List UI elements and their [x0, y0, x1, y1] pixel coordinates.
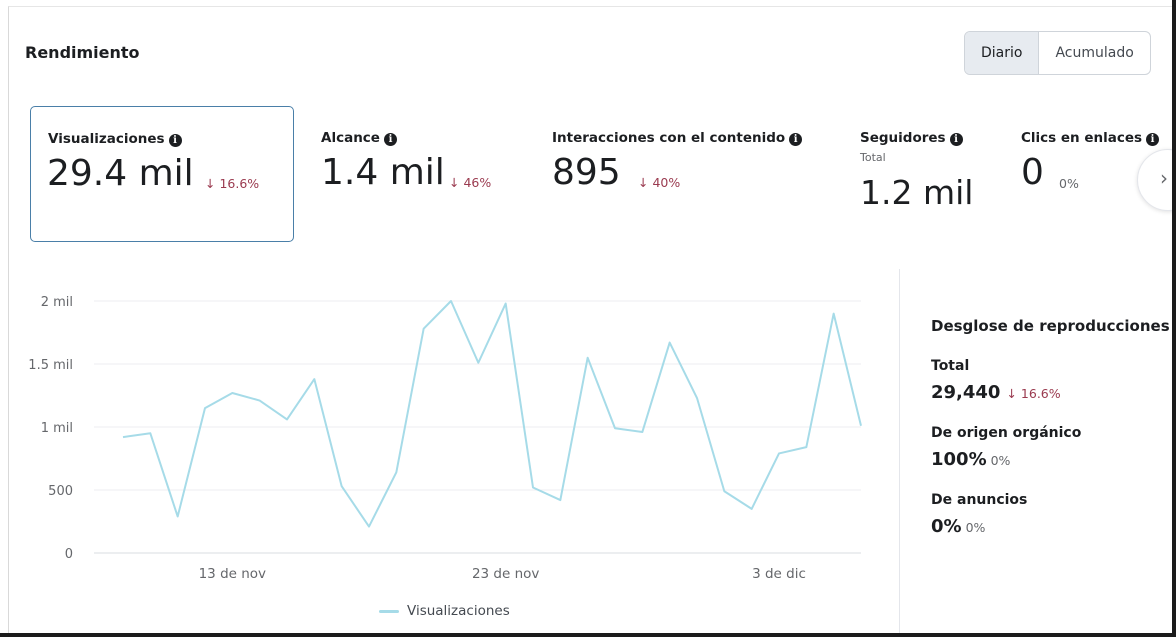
data-point[interactable] [173, 511, 183, 521]
info-icon[interactable]: i [168, 134, 182, 147]
data-point[interactable] [665, 338, 675, 348]
series-line-views [122, 300, 862, 528]
metric-followers-label-wrap: Seguidores i [860, 130, 963, 146]
data-point[interactable] [637, 427, 647, 437]
breakdown-ads-value: 0% [931, 516, 962, 537]
data-point[interactable] [829, 309, 839, 319]
performance-card: Rendimiento Diario Acumulado Visualizaci… [8, 6, 1175, 635]
data-point[interactable] [555, 495, 565, 505]
metric-interactions-delta: ↓ 40% [638, 175, 681, 190]
breakdown-organic-delta: 0% [990, 453, 1011, 468]
toggle-cumulative[interactable]: Acumulado [1039, 32, 1149, 74]
data-point[interactable] [719, 486, 729, 496]
data-point[interactable] [473, 358, 483, 368]
view-toggle: Diario Acumulado [964, 31, 1151, 75]
breakdown-ads-label: De anuncios [931, 492, 1028, 508]
page-title: Rendimiento [25, 43, 140, 62]
y-tick-label: 2 mil [41, 295, 73, 310]
panel-divider [899, 269, 900, 635]
y-tick-label: 1 mil [41, 421, 73, 436]
metric-reach[interactable]: Alcance i 1.4 mil ↓ 46% [321, 105, 521, 239]
data-point[interactable] [145, 428, 155, 438]
data-point[interactable] [364, 522, 374, 532]
metric-reach-delta: ↓ 46% [449, 175, 492, 190]
data-point[interactable] [747, 504, 757, 514]
breakdown-title: Desglose de reproducciones [931, 317, 1170, 335]
breakdown-ads-row: 0% 0% [931, 516, 1175, 537]
metric-link-clicks-delta: 0% [1059, 176, 1079, 191]
legend-swatch [379, 609, 399, 613]
y-tick-label: 1.5 mil [28, 358, 73, 373]
info-icon[interactable]: i [789, 133, 803, 146]
metric-reach-label: Alcance [321, 130, 380, 146]
data-point[interactable] [337, 481, 347, 491]
data-point[interactable] [391, 467, 401, 477]
breakdown-organic-value: 100% [931, 449, 987, 470]
info-icon[interactable]: i [383, 133, 397, 146]
data-point[interactable] [774, 448, 784, 458]
window-edge-bottom [0, 633, 1176, 637]
breakdown-organic-label: De origen orgánico [931, 425, 1082, 441]
metric-link-clicks-label: Clics en enlaces [1021, 130, 1143, 146]
breakdown-panel: Desglose de reproducciones Total 29,440 ↓… [931, 317, 1175, 537]
info-icon[interactable]: i [1146, 133, 1160, 146]
y-tick-label: 0 [65, 547, 73, 562]
data-point[interactable] [501, 299, 511, 309]
data-point[interactable] [692, 393, 702, 403]
metric-views-label: Visualizaciones [48, 131, 165, 147]
metric-interactions-label: Interacciones con el contenido [552, 130, 786, 146]
metric-views-label-wrap: Visualizaciones i [48, 131, 182, 147]
toggle-daily[interactable]: Diario [965, 32, 1040, 74]
metric-followers-sublabel: Total [860, 151, 886, 164]
metric-reach-value: 1.4 mil [321, 152, 445, 193]
breakdown-total-label: Total [931, 358, 970, 374]
data-point[interactable] [282, 414, 292, 424]
data-point[interactable] [309, 374, 319, 384]
breakdown-ads-delta: 0% [965, 520, 986, 535]
x-tick-label: 3 de dic [752, 566, 806, 582]
window-edge-right [1172, 0, 1176, 637]
metric-views[interactable]: Visualizaciones i 29.4 mil ↓ 16.6% [30, 106, 294, 242]
metric-interactions-label-wrap: Interacciones con el contenido i [552, 130, 803, 146]
data-point[interactable] [419, 324, 429, 334]
chart-legend: Visualizaciones [379, 603, 510, 619]
x-tick-label: 13 de nov [199, 566, 266, 582]
breakdown-total-value: 29,440 [931, 382, 1001, 403]
metric-views-delta: ↓ 16.6% [205, 176, 260, 191]
legend-label: Visualizaciones [407, 603, 510, 619]
data-point[interactable] [446, 296, 456, 306]
info-icon[interactable]: i [949, 133, 963, 146]
x-tick-label: 23 de nov [472, 566, 539, 582]
data-point[interactable] [528, 482, 538, 492]
metric-reach-label-wrap: Alcance i [321, 130, 397, 146]
breakdown-total-delta: ↓ 16.6% [1006, 386, 1061, 401]
metric-followers-label: Seguidores [860, 130, 946, 146]
data-point[interactable] [856, 421, 866, 431]
metric-views-value: 29.4 mil [47, 153, 194, 194]
metric-followers[interactable]: Seguidores i Total 1.2 mil [860, 105, 990, 239]
data-point[interactable] [583, 353, 593, 363]
metric-link-clicks-value: 0 [1021, 152, 1044, 193]
data-point[interactable] [801, 442, 811, 452]
views-line-chart: 0 500 1 mil 1.5 mil 2 mil 13 de nov 23 de nov… [28, 295, 866, 582]
metric-followers-value: 1.2 mil [860, 173, 974, 212]
breakdown-total-row: 29,440 ↓ 16.6% [931, 382, 1175, 403]
y-tick-label: 500 [48, 484, 73, 499]
breakdown-organic-row: 100% 0% [931, 449, 1175, 470]
data-point[interactable] [255, 396, 265, 406]
data-point[interactable] [118, 432, 128, 442]
metric-interactions[interactable]: Interacciones con el contenido i 895 ↓ 40… [552, 105, 832, 239]
metric-interactions-value: 895 [552, 152, 621, 193]
metric-link-clicks-label-wrap: Clics en enlaces i [1021, 130, 1160, 146]
data-point[interactable] [610, 423, 620, 433]
data-point[interactable] [200, 403, 210, 413]
data-point[interactable] [227, 388, 237, 398]
